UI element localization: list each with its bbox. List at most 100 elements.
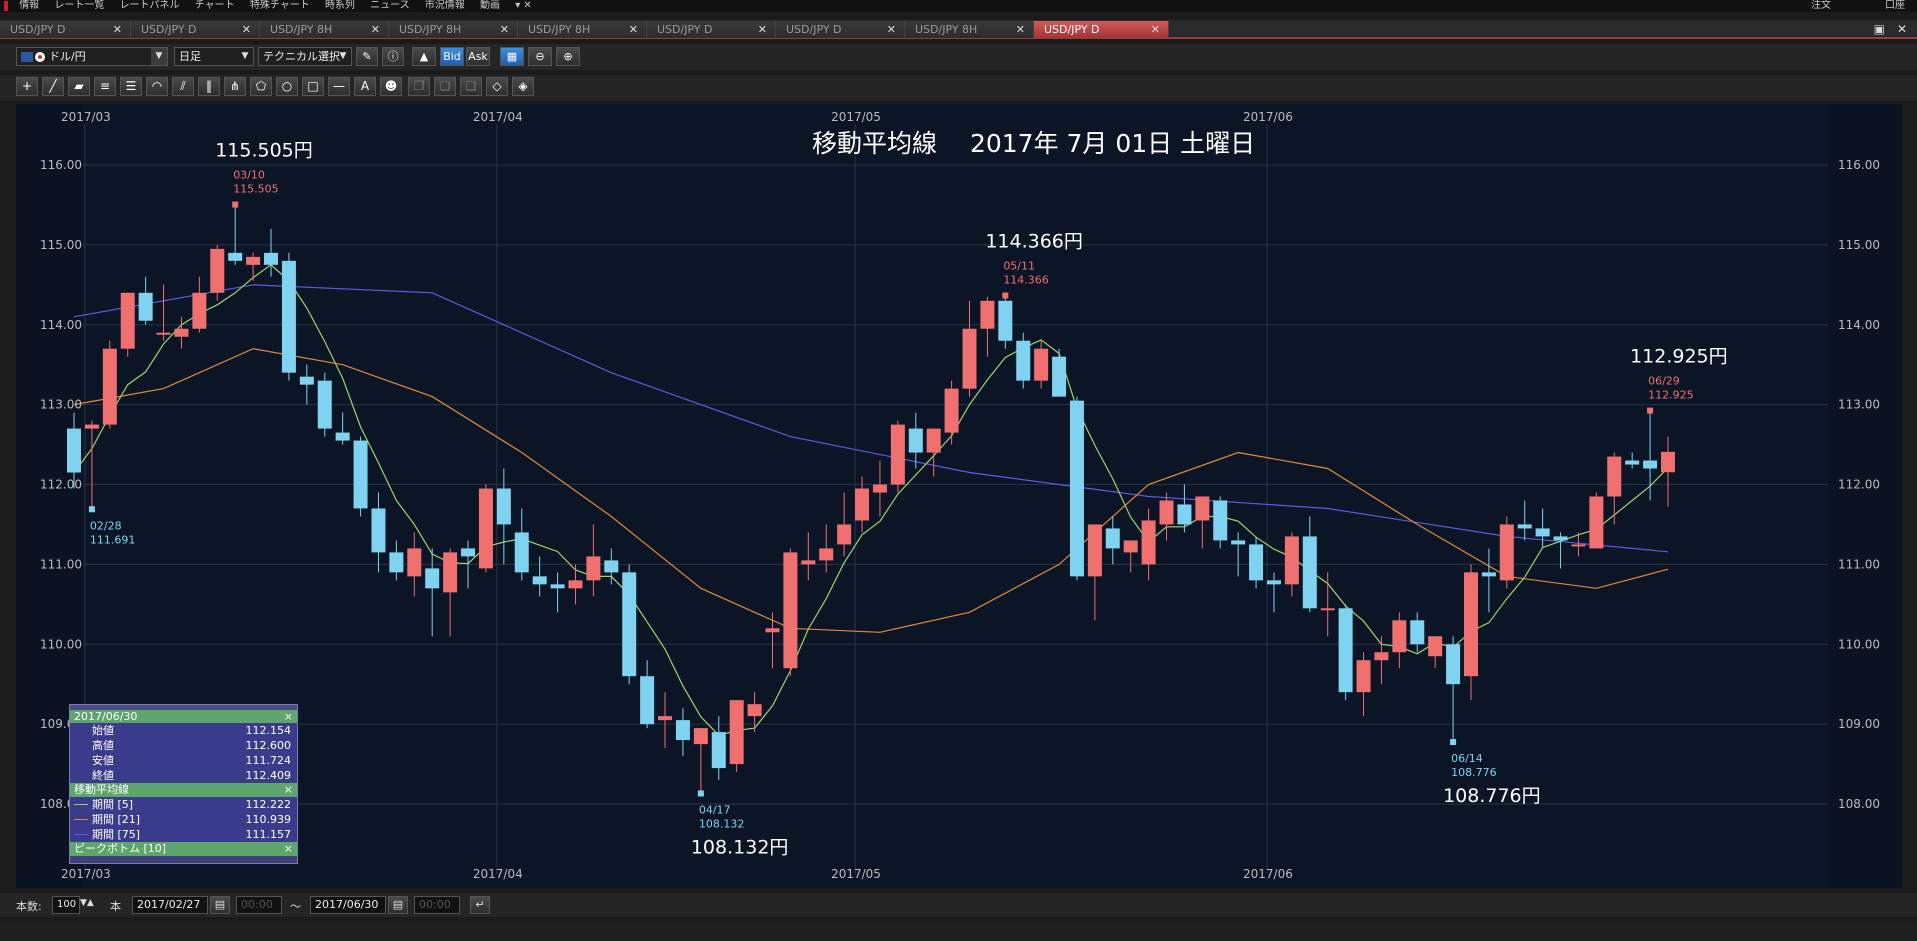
hline-button[interactable]: — bbox=[328, 77, 350, 96]
data-window[interactable]: 2017/06/30 × 始値 112.154 高値 112.600 安値 111.72… bbox=[69, 704, 298, 864]
to-time-input[interactable]: 00:00 bbox=[414, 896, 460, 914]
close-window-icon[interactable]: ✕ bbox=[1897, 22, 1907, 36]
y-tick-label-left: 113.00 bbox=[40, 398, 82, 412]
menu-item-rate-list[interactable]: レート一覧 bbox=[54, 0, 104, 11]
menu-item-rate-panel[interactable]: レートパネル bbox=[120, 0, 180, 11]
menu-item-order[interactable]: 注文 bbox=[1811, 0, 1831, 11]
symbol-select[interactable]: ドル/円 ▼ bbox=[16, 47, 168, 66]
eraser-all-button[interactable]: ◈ bbox=[512, 77, 534, 96]
crosshair-button[interactable]: + bbox=[16, 77, 38, 96]
menu-item-video[interactable]: 動画 bbox=[480, 0, 500, 11]
count-stepper[interactable]: ▼▲ bbox=[80, 898, 94, 908]
count-input[interactable]: 100 bbox=[52, 896, 80, 914]
ohlc-row-high: 高値 112.600 bbox=[70, 738, 297, 753]
price-chart[interactable]: 108.00 108.00 109.00 109.00 110.00 110.00 111.… bbox=[16, 104, 1902, 888]
y-tick-label-right: 115.00 bbox=[1838, 238, 1880, 252]
menu-item-chart[interactable]: チャート bbox=[195, 0, 235, 11]
menu-item-news[interactable]: ニュース bbox=[370, 0, 410, 11]
menu-item-account[interactable]: 口座 bbox=[1885, 0, 1905, 11]
close-icon[interactable]: ✕ bbox=[113, 21, 122, 38]
close-icon[interactable]: ✕ bbox=[887, 21, 896, 38]
tab-label: USD/JPY D bbox=[786, 23, 842, 36]
candle-body bbox=[299, 376, 314, 385]
rectangle-button[interactable]: □ bbox=[302, 77, 324, 96]
ruler-button[interactable]: ▰ bbox=[68, 77, 90, 96]
zoom-out-icon: ⊖ bbox=[535, 50, 545, 63]
from-date-input[interactable]: 2017/02/27 bbox=[132, 896, 208, 914]
to-date-input[interactable]: 2017/06/30 bbox=[310, 896, 386, 914]
tab-usdjpy-d-active[interactable]: USD/JPY D ✕ bbox=[1034, 21, 1169, 38]
close-icon[interactable]: × bbox=[284, 783, 293, 797]
candle-body bbox=[568, 580, 583, 589]
copy-button[interactable]: ❐ bbox=[408, 77, 430, 96]
rectangle-icon: □ bbox=[307, 79, 319, 93]
row-label: 期間 [5] bbox=[92, 798, 134, 811]
menu-item-special-chart[interactable]: 特殊チャート bbox=[250, 0, 310, 11]
pentagon-button[interactable]: ⬠ bbox=[250, 77, 272, 96]
tab-usdjpy-d-4[interactable]: USD/JPY D ✕ bbox=[776, 21, 905, 38]
indicator-button[interactable]: ▦ bbox=[500, 47, 524, 66]
eraser-button[interactable]: ◇ bbox=[486, 77, 508, 96]
menu-item-timeseries[interactable]: 時系列 bbox=[325, 0, 355, 11]
text-icon: A bbox=[360, 79, 370, 93]
close-icon[interactable]: × bbox=[284, 710, 293, 723]
ask-button[interactable]: Ask bbox=[466, 47, 490, 66]
text-button[interactable]: A bbox=[354, 77, 376, 96]
paste-button[interactable]: ❏ bbox=[434, 77, 456, 96]
candle-body bbox=[1392, 620, 1407, 653]
circle-button[interactable]: ○ bbox=[276, 77, 298, 96]
eraser-icon: ◇ bbox=[492, 79, 502, 93]
close-icon[interactable]: ✕ bbox=[629, 21, 638, 38]
x-month-label-bottom: 2017/04 bbox=[473, 867, 523, 881]
pen-button[interactable]: ✎ bbox=[356, 47, 378, 66]
candle-body bbox=[998, 300, 1013, 341]
candle-body bbox=[67, 428, 81, 473]
trendline-button[interactable]: ╱ bbox=[42, 77, 64, 96]
tab-usdjpy-8h-1[interactable]: USD/JPY 8H ✕ bbox=[260, 21, 389, 38]
stamp-button[interactable]: ☻ bbox=[380, 77, 402, 96]
chart-type-button[interactable]: ▲ bbox=[412, 47, 436, 66]
hlines-button[interactable]: ≡ bbox=[94, 77, 116, 96]
duplicate-button[interactable]: ❑ bbox=[460, 77, 482, 96]
fibonacci-button[interactable]: ☰ bbox=[120, 77, 142, 96]
info-button[interactable]: ⓘ bbox=[382, 47, 404, 66]
close-icon[interactable]: ✕ bbox=[1016, 21, 1025, 38]
from-time-input[interactable]: 00:00 bbox=[236, 896, 282, 914]
close-icon[interactable]: × bbox=[284, 842, 293, 856]
tab-usdjpy-d-2[interactable]: USD/JPY D ✕ bbox=[131, 21, 260, 38]
bid-button[interactable]: Bid bbox=[440, 47, 464, 66]
to-calendar-button[interactable]: ▤ bbox=[388, 896, 408, 914]
tab-usdjpy-d-1[interactable]: USD/JPY D ✕ bbox=[0, 21, 131, 38]
candle-body bbox=[729, 700, 744, 765]
chevron-down-icon[interactable]: ▼ bbox=[237, 48, 253, 65]
close-icon[interactable]: ✕ bbox=[758, 21, 767, 38]
candle-body bbox=[1213, 500, 1228, 541]
gann-button[interactable]: ⫽ bbox=[172, 77, 194, 96]
technical-select[interactable]: テクニカル選択 ▼ bbox=[258, 47, 352, 66]
timeframe-select[interactable]: 日足 ▼ bbox=[174, 47, 254, 66]
tab-usdjpy-8h-4[interactable]: USD/JPY 8H ✕ bbox=[905, 21, 1034, 38]
tab-usdjpy-d-3[interactable]: USD/JPY D ✕ bbox=[647, 21, 776, 38]
close-icon[interactable]: ✕ bbox=[500, 21, 509, 38]
menu-item-info[interactable]: 情報 bbox=[19, 0, 39, 11]
y-tick-label-left: 112.00 bbox=[40, 478, 82, 492]
from-calendar-button[interactable]: ▤ bbox=[210, 896, 230, 914]
chevron-down-icon[interactable]: ▼ bbox=[151, 48, 167, 65]
maximize-icon[interactable]: ▣ bbox=[1874, 22, 1885, 36]
close-icon[interactable]: ✕ bbox=[371, 21, 380, 38]
menu-item-market-info[interactable]: 市況情報 bbox=[425, 0, 465, 11]
menu-more-icon[interactable]: ▾ ✕ bbox=[515, 0, 532, 11]
apply-button[interactable]: ↵ bbox=[470, 896, 490, 914]
vlines-button[interactable]: ‖ bbox=[198, 77, 220, 96]
tab-usdjpy-8h-3[interactable]: USD/JPY 8H ✕ bbox=[518, 21, 647, 38]
close-icon[interactable]: ✕ bbox=[242, 21, 251, 38]
info-icon: ⓘ bbox=[387, 50, 399, 63]
zoom-in-button[interactable]: ⊕ bbox=[556, 47, 580, 66]
fan-button[interactable]: ◠ bbox=[146, 77, 168, 96]
tab-usdjpy-8h-2[interactable]: USD/JPY 8H ✕ bbox=[389, 21, 518, 38]
chart-title: 移動平均線 2017年 7月 01日 土曜日 bbox=[812, 129, 1255, 158]
zoom-out-button[interactable]: ⊖ bbox=[528, 47, 552, 66]
pitchfork-button[interactable]: ⋔ bbox=[224, 77, 246, 96]
close-icon[interactable]: ✕ bbox=[1151, 21, 1160, 38]
chevron-down-icon[interactable]: ▼ bbox=[335, 48, 351, 65]
